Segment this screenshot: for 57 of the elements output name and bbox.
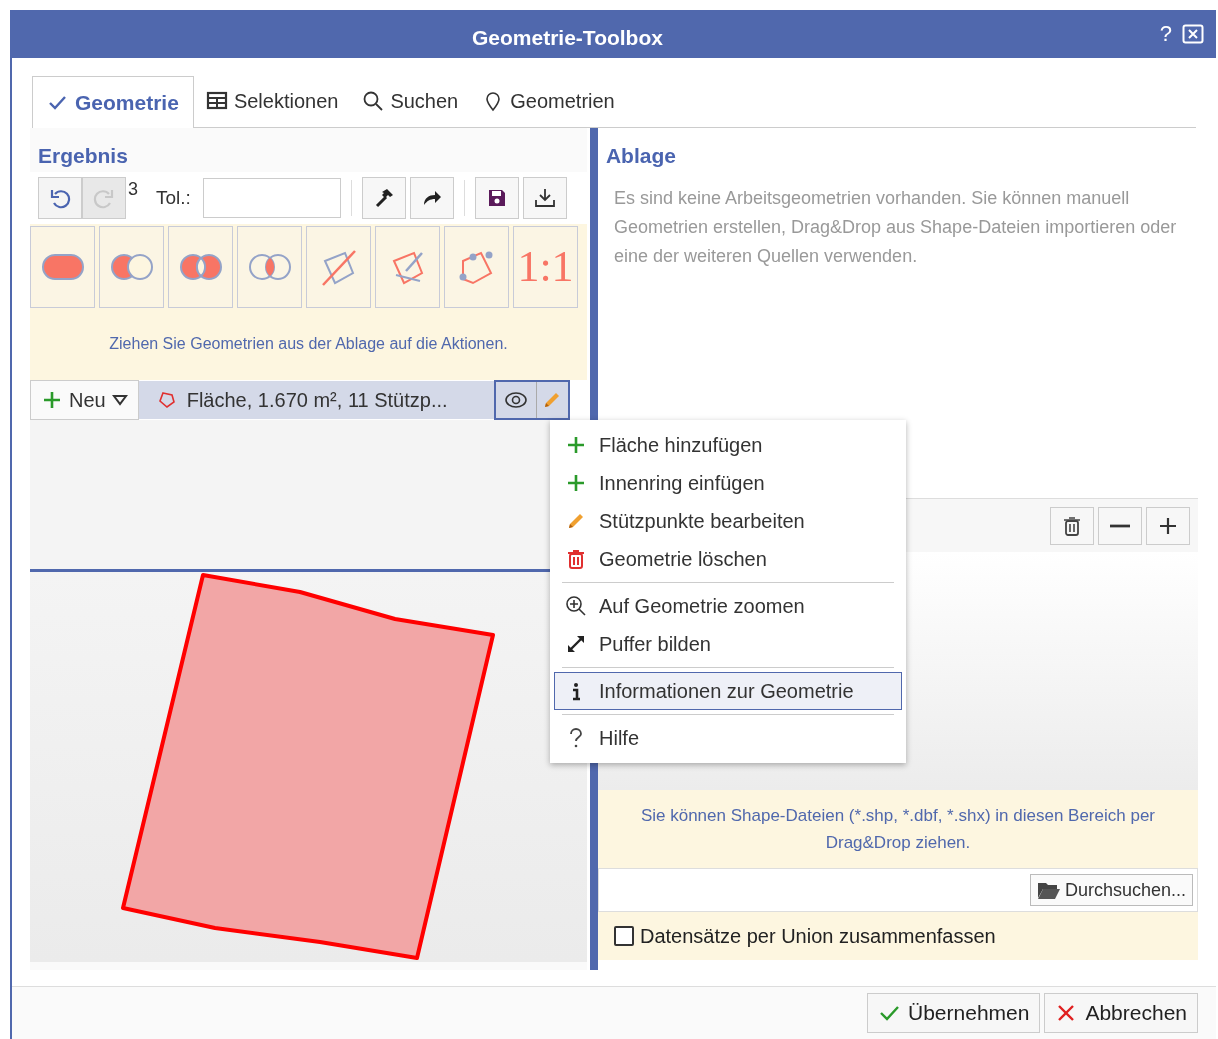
tolerance-field[interactable] (202, 178, 341, 218)
download-button[interactable] (522, 177, 567, 219)
save-button[interactable] (474, 177, 519, 219)
undo-button[interactable] (38, 177, 82, 219)
download-icon (533, 187, 556, 209)
help-button[interactable]: ? (1159, 23, 1172, 45)
menu-item[interactable]: Hilfe (554, 719, 902, 757)
forward-button[interactable] (409, 177, 454, 219)
cancel-button[interactable]: Abbrechen (1044, 993, 1198, 1033)
folder-icon (1036, 880, 1061, 900)
browse-button[interactable]: Durchsuchen... (1029, 874, 1193, 906)
tab[interactable]: Selektionen (193, 75, 351, 127)
tab[interactable]: Geometrien (470, 75, 627, 127)
section-title: Ablage (604, 143, 677, 169)
trash-icon (565, 548, 587, 570)
tab[interactable]: Suchen (350, 75, 471, 127)
tolerance-label: Tol.: (156, 185, 191, 210)
zoom-in-button[interactable] (1146, 506, 1190, 545)
redo-icon (93, 187, 115, 209)
menu-item[interactable]: Auf Geometrie zoomen (554, 587, 902, 625)
polygon-icon (156, 390, 177, 410)
new-button[interactable]: Neu (30, 380, 139, 420)
menu-item[interactable]: Puffer bilden (554, 625, 902, 663)
plus-icon (565, 434, 587, 456)
menu-item[interactable]: Stützpunkte bearbeiten (554, 502, 902, 540)
action-button[interactable] (99, 226, 164, 308)
hint-text: Ziehen Sie Geometrien aus der Ablage auf die Aktionen. (30, 308, 587, 380)
caret-icon (111, 394, 128, 406)
window-title: Geometrie-Toolbox (472, 25, 663, 51)
menu-item[interactable]: Fläche hinzufügen (554, 426, 902, 464)
plus-icon (565, 472, 587, 494)
undo-icon (49, 187, 71, 209)
close-icon[interactable] (1182, 24, 1204, 44)
table-icon (205, 90, 228, 112)
tab[interactable]: Geometrie (32, 76, 194, 128)
hammer-button[interactable] (361, 177, 406, 219)
checkbox-label: Datensätze per Union zusammenfassen (639, 924, 996, 949)
file-field[interactable]: Durchsuchen... (597, 868, 1198, 912)
minus-icon (1110, 523, 1130, 528)
menu-item[interactable]: Informationen zur Geometrie (554, 672, 902, 710)
zoom-in-icon (565, 595, 587, 617)
expand-icon (565, 633, 587, 655)
checkbox[interactable] (613, 926, 634, 946)
info-icon (571, 681, 581, 701)
empty-message: Es sind keine Arbeitsgeometrien vorhanden. Sie können manuell Geometrien erstellen, Drag&Drop aus Shape-Dateien importieren oder eine der weiteren Quellen verwenden. (613, 187, 1178, 268)
delete-button[interactable] (1050, 506, 1094, 545)
count-label: 3 (128, 178, 138, 201)
trash-icon (1061, 514, 1083, 537)
plus-icon (41, 389, 63, 411)
menu-item[interactable]: Geometrie löschen (554, 540, 902, 578)
eye-icon (503, 391, 528, 409)
hint-text: Sie können Shape-Dateien (*.shp, *.dbf, *.shx) in diesen Bereich per Drag&Drop ziehen. (597, 790, 1198, 868)
apply-button[interactable]: Übernehmen (867, 993, 1041, 1033)
search-icon (362, 90, 385, 112)
menu-item[interactable]: Innenring einfügen (554, 464, 902, 502)
geometry-item[interactable]: Fläche, 1.670 m², 11 Stützp... (138, 381, 494, 419)
zoom-out-button[interactable] (1098, 506, 1142, 545)
